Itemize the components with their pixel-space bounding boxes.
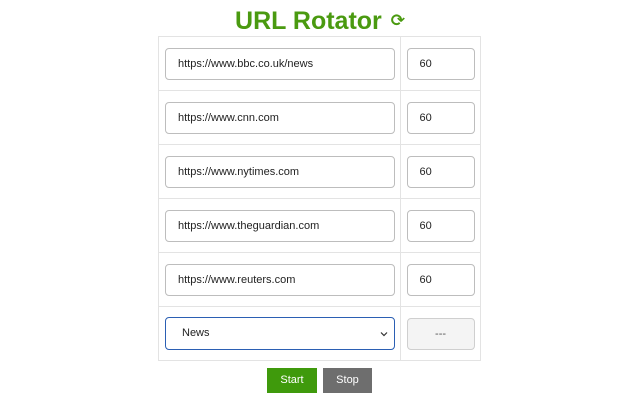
seconds-input-1[interactable] — [406, 47, 475, 80]
seconds-cell: --- — [399, 306, 482, 361]
table-row — [158, 36, 482, 91]
refresh-icon: ⟳ — [390, 11, 405, 31]
chevron-down-icon — [380, 332, 388, 337]
start-button[interactable]: Start — [267, 368, 317, 393]
url-input-3[interactable] — [165, 155, 395, 188]
url-cell — [158, 36, 401, 91]
url-cell — [158, 198, 401, 253]
url-input-5[interactable] — [165, 263, 395, 296]
seconds-cell — [399, 90, 482, 145]
url-input-4[interactable] — [165, 209, 395, 242]
seconds-cell — [399, 252, 482, 307]
table-row — [158, 144, 482, 199]
url-table: News --- — [158, 36, 482, 361]
table-row: News --- — [158, 306, 482, 361]
seconds-cell — [399, 198, 482, 253]
seconds-cell — [399, 36, 482, 91]
stop-button[interactable]: Stop — [323, 368, 372, 393]
app-title-text: URL Rotator — [235, 7, 382, 35]
preset-seconds-field: --- — [406, 317, 475, 350]
seconds-input-2[interactable] — [406, 101, 475, 134]
table-row — [158, 90, 482, 145]
preset-select-value: News — [182, 327, 210, 339]
preset-cell: News — [158, 306, 401, 361]
seconds-input-5[interactable] — [406, 263, 475, 296]
url-cell — [158, 144, 401, 199]
table-row — [158, 252, 482, 307]
preset-select[interactable]: News — [165, 317, 395, 350]
table-row — [158, 198, 482, 253]
url-input-1[interactable] — [165, 47, 395, 80]
url-input-2[interactable] — [165, 101, 395, 134]
app-title: URL Rotator ⟳ — [0, 5, 640, 37]
seconds-input-3[interactable] — [406, 155, 475, 188]
seconds-cell — [399, 144, 482, 199]
url-cell — [158, 90, 401, 145]
seconds-input-4[interactable] — [406, 209, 475, 242]
url-cell — [158, 252, 401, 307]
